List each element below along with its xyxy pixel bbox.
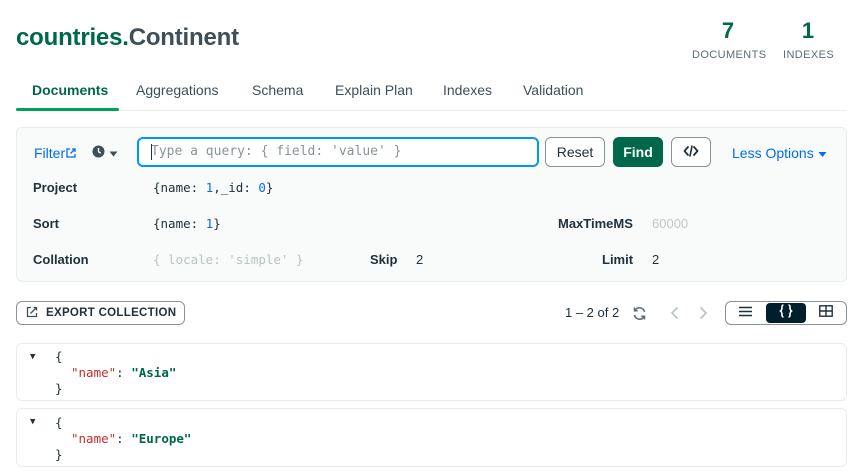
skip-label: Skip [370,252,398,267]
document-field: "name": "Asia" [71,365,176,380]
collation-input[interactable]: { locale: 'simple' } [153,252,304,267]
expand-caret-icon[interactable]: ▼ [30,352,35,362]
field-key: "name" [71,431,117,446]
indexes-count-stat: 1 INDEXES [783,18,835,61]
less-options-link[interactable]: Less Options [732,145,827,161]
sort-text-close: } [213,216,221,231]
export-collection-button[interactable]: EXPORT COLLECTION [16,301,185,325]
tab-schema[interactable]: Schema [252,82,303,98]
collation-label: Collation [33,252,89,267]
code-toggle-button[interactable] [671,137,711,167]
indexes-count: 1 [801,18,815,43]
next-page-icon[interactable] [695,304,711,322]
field-value: "Asia" [131,365,177,380]
text-cursor [151,144,152,160]
query-bar: Filter Type a query: { field: 'value' } … [16,127,847,282]
project-text-mid: ,_id: [213,180,259,195]
list-view-button[interactable] [726,302,765,324]
filter-link[interactable]: Filter [34,145,76,161]
query-history-button[interactable] [92,145,118,161]
filter-placeholder: Type a query: { field: 'value' } [151,144,402,159]
collection-tabs: Documents Aggregations Schema Explain Pl… [16,76,847,111]
less-options-label: Less Options [732,145,814,161]
sort-input[interactable]: {name: 1} [153,216,221,231]
collection-name: Continent [128,24,239,51]
tab-indexes[interactable]: Indexes [443,82,492,98]
document-field: "name": "Europe" [71,431,191,446]
code-icon [683,144,699,161]
field-value: "Europe" [131,431,192,446]
limit-label: Limit [602,252,634,267]
documents-count: 7 [721,18,735,43]
project-text-open: {name: [153,180,206,195]
find-button[interactable]: Find [613,137,663,167]
document-open-brace: { [55,349,63,364]
clock-icon [92,145,105,161]
document-close-brace: } [55,447,63,462]
document-open-brace: { [55,415,63,430]
active-tab-indicator [16,108,119,111]
field-key: "name" [71,365,117,380]
export-icon [26,306,38,321]
maxtime-input[interactable]: 60000 [652,216,688,231]
limit-input[interactable]: 2 [652,252,659,267]
project-label: Project [33,180,78,195]
caret-down-icon [818,145,827,161]
page-title: countries.Continent [16,24,239,52]
reset-button[interactable]: Reset [545,137,605,167]
maxtime-label: MaxTimeMS [558,216,633,231]
view-toggle [725,301,847,325]
tab-aggregations[interactable]: Aggregations [136,82,219,98]
sort-text-open: {name: [153,216,206,231]
table-view-button[interactable] [807,302,846,324]
project-text-close: } [265,180,274,195]
project-id-value: 0 [258,180,266,195]
field-colon: : [116,365,132,380]
table-icon [819,304,834,322]
documents-count-label: DOCUMENTS [692,49,767,61]
caret-down-icon [109,146,118,160]
document-card: ▼ { "name": "Asia" } [16,343,847,401]
tab-validation[interactable]: Validation [523,82,583,98]
database-name: countries [16,24,123,51]
documents-count-stat: 7 DOCUMENTS [692,18,767,61]
indexes-count-label: INDEXES [783,49,835,61]
expand-caret-icon[interactable]: ▼ [30,417,35,427]
skip-input[interactable]: 2 [416,252,423,267]
document-card: ▼ { "name": "Europe" } [16,408,847,467]
pagination-text: 1 – 2 of 2 [565,305,620,320]
sort-label: Sort [33,216,59,231]
project-input[interactable]: {name: 1,_id: 0} [153,180,273,195]
curly-braces-icon [779,303,793,323]
tab-documents[interactable]: Documents [32,82,108,98]
filter-label: Filter [34,145,66,161]
external-link-icon [66,145,76,161]
list-icon [739,304,753,322]
document-close-brace: } [55,381,63,396]
refresh-icon[interactable] [630,304,648,322]
previous-page-icon[interactable] [666,304,682,322]
filter-input[interactable]: Type a query: { field: 'value' } [137,137,539,167]
export-label: EXPORT COLLECTION [46,307,177,319]
field-colon: : [116,431,132,446]
json-view-button[interactable] [766,303,806,323]
tab-explain-plan[interactable]: Explain Plan [335,82,413,98]
